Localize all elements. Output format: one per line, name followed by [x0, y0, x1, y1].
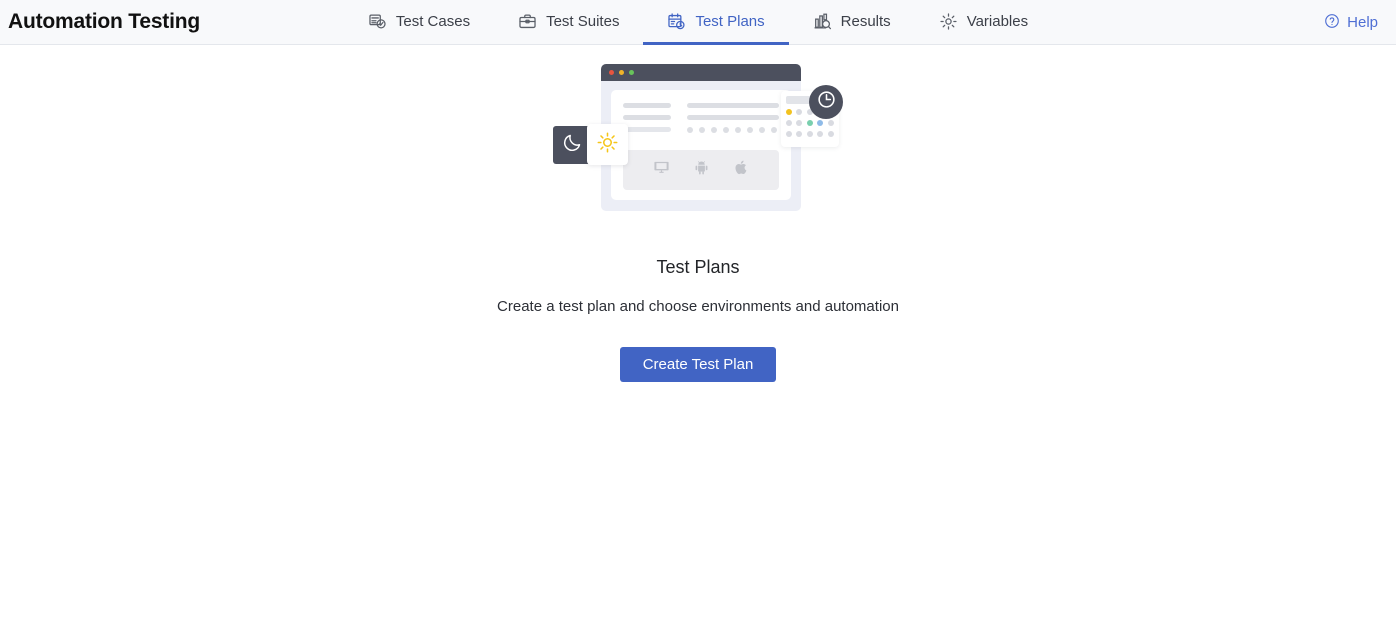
placeholder-line [623, 115, 671, 120]
placeholder-line [687, 115, 779, 120]
sun-icon [596, 131, 619, 159]
tab-test-plans[interactable]: Test Plans [643, 0, 789, 45]
browser-window-graphic [601, 64, 801, 211]
gear-icon [939, 12, 958, 31]
clock-badge [809, 85, 843, 119]
tab-label: Test Cases [395, 12, 471, 30]
main-navigation: Test Cases Test Suites Test Plans Result… [0, 0, 1396, 45]
placeholder-dot-row [687, 127, 779, 133]
test-plans-illustration [553, 59, 843, 224]
page-title: Automation Testing [8, 10, 200, 33]
placeholder-line [687, 103, 779, 108]
apple-icon [733, 159, 750, 181]
traffic-light-yellow [619, 70, 624, 75]
placeholder-line [623, 127, 671, 132]
browser-title-bar [601, 64, 801, 81]
placeholder-column-right [687, 103, 779, 133]
tab-label: Variables [966, 12, 1029, 30]
tab-results[interactable]: Results [789, 0, 915, 45]
placeholder-lines [623, 103, 779, 133]
briefcase-icon [518, 12, 537, 31]
empty-state-title: Test Plans [656, 257, 740, 277]
calendar-clock-icon [667, 12, 686, 31]
bar-chart-search-icon [813, 12, 832, 31]
tab-variables[interactable]: Variables [915, 0, 1052, 45]
device-panel [623, 150, 779, 190]
main-content: Test Plans Create a test plan and choose… [0, 45, 1396, 627]
list-check-icon [368, 12, 387, 31]
question-circle-icon [1324, 13, 1340, 33]
empty-state-subtitle: Create a test plan and choose environmen… [497, 298, 899, 315]
theme-toggle-graphic [553, 124, 628, 165]
help-label: Help [1347, 14, 1378, 31]
tab-label: Test Plans [695, 12, 765, 30]
placeholder-line [623, 103, 671, 108]
traffic-light-green [629, 70, 634, 75]
tab-label: Results [840, 12, 891, 30]
android-icon [693, 159, 710, 181]
dark-theme-card [553, 126, 591, 164]
monitor-icon [653, 159, 670, 181]
tab-test-cases[interactable]: Test Cases [344, 0, 494, 45]
app-header: Automation Testing Test Cases Test Suite… [0, 0, 1396, 45]
tab-test-suites[interactable]: Test Suites [494, 0, 643, 45]
placeholder-column-left [623, 103, 671, 133]
browser-content-card [611, 90, 791, 200]
light-theme-card [587, 124, 628, 165]
moon-icon [562, 132, 583, 158]
empty-state: Test Plans Create a test plan and choose… [497, 59, 899, 382]
traffic-light-red [609, 70, 614, 75]
help-link[interactable]: Help [1324, 0, 1378, 45]
clock-icon [816, 89, 837, 115]
tab-label: Test Suites [546, 12, 620, 30]
create-test-plan-button[interactable]: Create Test Plan [619, 347, 777, 382]
